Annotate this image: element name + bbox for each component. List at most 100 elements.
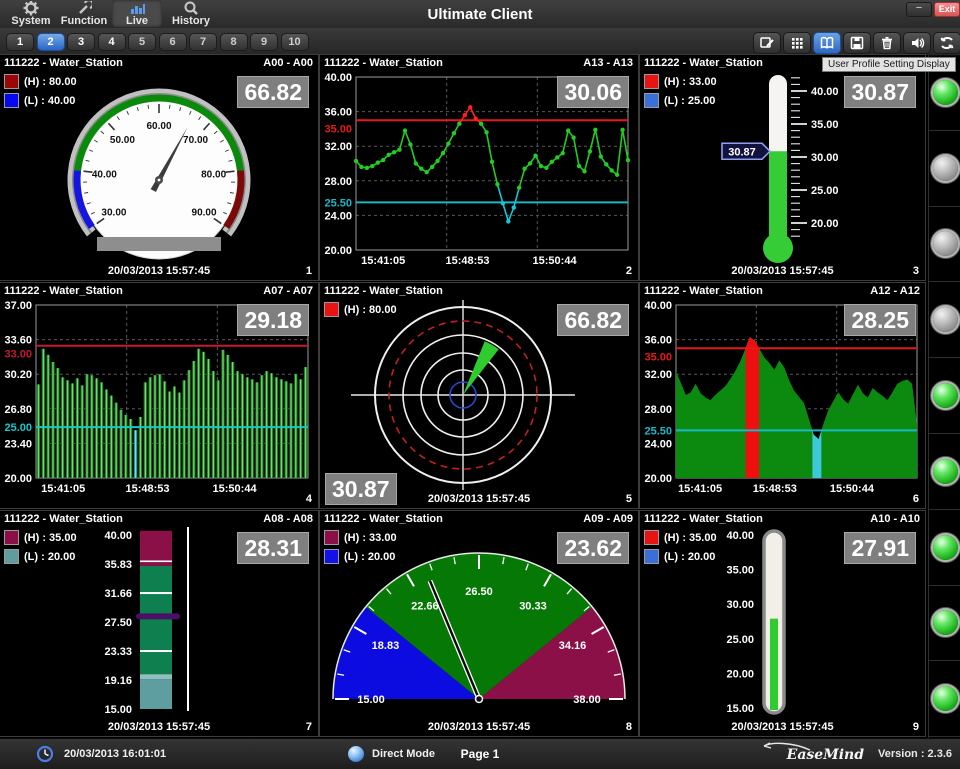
panel-a10[interactable]: 40.0035.0030.0025.0020.0015.00111222 - W… — [640, 511, 925, 736]
panel-header: 111222 - Water_StationA08 - A08 — [0, 511, 318, 528]
status-led-2 — [933, 156, 958, 181]
page-tab-3[interactable]: 3 — [67, 33, 95, 51]
panel-a00[interactable]: 30.0040.0050.0060.0070.0080.0090.0011122… — [0, 55, 318, 280]
svg-text:30.00: 30.00 — [811, 152, 839, 164]
svg-text:15.00: 15.00 — [726, 703, 754, 715]
panel-station-label: 111222 - Water_Station — [644, 285, 763, 297]
svg-text:40.00: 40.00 — [104, 530, 132, 542]
book-icon — [819, 35, 835, 51]
status-led-9 — [933, 686, 958, 711]
minimize-button[interactable]: − — [906, 2, 932, 17]
secondary-value-readout: 30.87 — [325, 473, 397, 505]
panel-a12[interactable]: 40.0036.0032.0028.0024.0020.0015:41:0515… — [640, 283, 925, 508]
value-readout: 30.87 — [844, 76, 916, 108]
panel-index: 1 — [306, 265, 312, 277]
exit-button[interactable]: Exit — [934, 2, 960, 17]
legend-swatch — [324, 530, 339, 545]
status-led-3 — [933, 231, 958, 256]
panel-legend: (H) : 35.00(L) : 20.00 — [4, 530, 77, 568]
sync-button[interactable] — [933, 32, 960, 54]
panel-station-label: 111222 - Water_Station — [4, 285, 123, 297]
panel-header: 111222 - Water_StationA10 - A10 — [640, 511, 925, 528]
panel-a07[interactable]: 37.0033.6030.2026.8023.4020.0015:41:0515… — [0, 283, 318, 508]
save-icon — [849, 35, 865, 51]
page-tab-5[interactable]: 5 — [128, 33, 156, 51]
panel-index: 8 — [626, 721, 632, 733]
svg-text:23.33: 23.33 — [104, 646, 132, 658]
status-led-7 — [933, 535, 958, 560]
panel-gauge-3[interactable]: 40.0035.0030.0025.0020.0030.87111222 - W… — [640, 55, 925, 280]
page-tab-8[interactable]: 8 — [220, 33, 248, 51]
svg-text:15:41:05: 15:41:05 — [678, 483, 722, 495]
svg-text:80.00: 80.00 — [201, 170, 226, 181]
window-title: Ultimate Client — [0, 6, 960, 23]
save-button[interactable] — [843, 32, 871, 54]
panel-a09[interactable]: 15.0018.8322.6626.5030.3334.1638.0011122… — [320, 511, 638, 736]
panel-tag-label: A00 - A00 — [263, 57, 313, 69]
page-tab-6[interactable]: 6 — [159, 33, 187, 51]
page-tab-4[interactable]: 4 — [98, 33, 126, 51]
panel-station-label: 111222 - Water_Station — [324, 285, 443, 297]
value-readout: 66.82 — [557, 304, 629, 336]
legend-label: (L) : 20.00 — [24, 551, 75, 563]
panel-a08[interactable]: 40.0035.8331.6627.5023.3319.1615.0011122… — [0, 511, 318, 736]
legend-swatch — [4, 549, 19, 564]
book-button[interactable] — [813, 32, 841, 54]
panel-legend: (H) : 80.00(L) : 40.00 — [4, 74, 77, 112]
status-bar: 20/03/2013 16:01:01 Direct Mode Page 1 E… — [0, 738, 960, 769]
led-cell — [929, 358, 960, 434]
svg-text:20.00: 20.00 — [4, 473, 32, 485]
panel-timestamp: 20/03/2013 15:57:45 — [0, 721, 318, 733]
panel-station-label: 111222 - Water_Station — [644, 57, 763, 69]
grid-button[interactable] — [783, 32, 811, 54]
page-tab-7[interactable]: 7 — [189, 33, 217, 51]
panel-station-label: 111222 - Water_Station — [324, 513, 443, 525]
trash-button[interactable] — [873, 32, 901, 54]
svg-text:20.00: 20.00 — [726, 668, 754, 680]
svg-text:25.00: 25.00 — [811, 185, 839, 197]
led-cell — [929, 207, 960, 283]
svg-text:37.00: 37.00 — [4, 300, 32, 312]
svg-text:32.00: 32.00 — [644, 369, 672, 381]
svg-text:28.00: 28.00 — [644, 404, 672, 416]
svg-text:36.00: 36.00 — [644, 335, 672, 347]
panel-legend: (H) : 35.00(L) : 20.00 — [644, 530, 717, 568]
legend-label: (L) : 25.00 — [664, 95, 715, 107]
value-readout: 29.18 — [237, 304, 309, 336]
svg-text:40.00: 40.00 — [92, 170, 117, 181]
legend-label: (L) : 40.00 — [24, 95, 75, 107]
legend-swatch — [644, 93, 659, 108]
panel-tag-label: A08 - A08 — [263, 513, 313, 525]
value-readout: 28.25 — [844, 304, 916, 336]
legend-swatch — [644, 530, 659, 545]
panel-index: 9 — [913, 721, 919, 733]
page-tab-9[interactable]: 9 — [250, 33, 278, 51]
panel-timestamp: 20/03/2013 15:57:45 — [0, 265, 318, 277]
panel-index: 6 — [913, 493, 919, 505]
panel-tag-label: A13 - A13 — [583, 57, 633, 69]
page-tab-bar: 12345678910 — [0, 28, 960, 56]
svg-text:15:41:05: 15:41:05 — [41, 483, 85, 495]
svg-text:34.16: 34.16 — [559, 640, 587, 652]
panel-gauge-5[interactable]: 111222 - Water_Station (H) : 80.00 66.82 30… — [320, 283, 638, 508]
panel-legend: (H) : 80.00 — [324, 302, 397, 321]
svg-text:50.00: 50.00 — [110, 135, 135, 146]
panel-index: 5 — [626, 493, 632, 505]
panel-station-label: 111222 - Water_Station — [324, 57, 443, 69]
page-tab-10[interactable]: 10 — [281, 33, 309, 51]
panel-timestamp: 20/03/2013 15:57:45 — [640, 721, 925, 733]
svg-text:15:48:53: 15:48:53 — [125, 483, 169, 495]
edit-button[interactable] — [753, 32, 781, 54]
svg-text:25.00: 25.00 — [726, 634, 754, 646]
value-readout: 30.06 — [557, 76, 629, 108]
led-cell — [929, 661, 960, 737]
svg-text:20.00: 20.00 — [811, 218, 839, 230]
page-tab-2[interactable]: 2 — [37, 33, 65, 51]
svg-text:20.00: 20.00 — [644, 473, 672, 485]
legend-swatch — [4, 93, 19, 108]
legend-swatch — [644, 74, 659, 89]
led-cell — [929, 510, 960, 586]
panel-a13[interactable]: 40.0036.0032.0028.0024.0020.0015:41:0515… — [320, 55, 638, 280]
speaker-button[interactable] — [903, 32, 931, 54]
page-tab-1[interactable]: 1 — [6, 33, 34, 51]
